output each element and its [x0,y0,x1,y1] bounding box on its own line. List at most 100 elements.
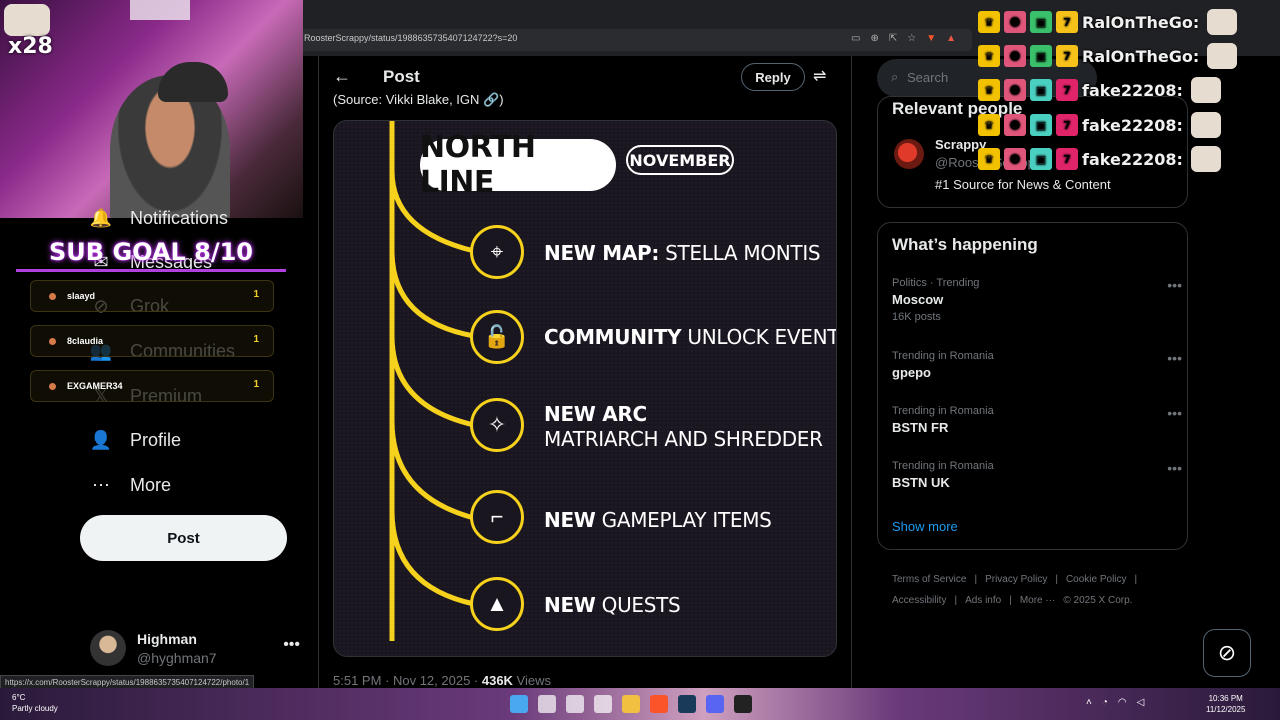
windows-start-icon[interactable] [510,695,528,713]
show-more-link[interactable]: Show more [892,519,958,534]
trend-item[interactable]: Politics · Trending Moscow 16K posts ••• [892,277,1186,327]
chat-user: RalOnTheGo: [1082,12,1200,32]
gift-badge-icon: ▣ [1030,79,1052,101]
weather-desc: Partly cloudy [12,704,58,713]
address-bar[interactable]: RoosterScrappy/status/198863573540712472… [296,29,972,51]
brave-icon[interactable] [650,695,668,713]
webcam-shelf [130,0,190,20]
wifi-icon[interactable]: ◠ [1118,697,1127,708]
trend-category: Politics · Trending [892,277,980,289]
cat-emote [1207,43,1238,69]
trend-item[interactable]: Trending in Romania BSTN UK ••• [892,460,1186,510]
account-switcher[interactable]: Highman @hyghman7 ••• [90,628,304,668]
share-icon[interactable]: ⇱ [889,33,897,44]
gift-count: x28 [8,34,53,59]
sub-goal-banner: SUB GOAL 8/10 [16,238,286,272]
footer-sep: | [1134,574,1138,585]
footer-copyright: © 2025 X Corp. [1063,595,1133,606]
post-image[interactable]: NORTH LINE NOVEMBER ⌖ NEW MAP: STELLA MO… [333,120,837,657]
sub-count: 1 [253,289,259,300]
chat-user: fake22208: [1082,115,1183,135]
more-dots-icon[interactable]: ••• [283,636,300,654]
terminal-icon[interactable] [734,695,752,713]
more-dots-icon[interactable]: ••• [1167,405,1182,421]
roadmap-item-light: UNLOCK EVENT [687,325,837,349]
account-handle: @hyghman7 [137,650,217,666]
grok-icon: ⊘ [1217,640,1237,665]
back-arrow-icon[interactable]: ← [333,66,351,87]
steam-icon[interactable] [678,695,696,713]
trend-name: BSTN UK [892,475,950,490]
trend-item[interactable]: Trending in Romania gpepo ••• [892,350,1186,400]
more-dots-icon[interactable]: ••• [1167,277,1182,293]
chevron-up-icon[interactable]: ˄ [1086,697,1092,708]
folder-icon[interactable] [622,695,640,713]
more-dots-icon[interactable]: ••• [1167,350,1182,366]
sub-row: slaayd 1 [30,280,274,312]
more-dots-icon[interactable]: ••• [1167,460,1182,476]
speaker-icon[interactable]: ◁ [1137,697,1145,708]
search-icon: ⌕ [891,69,899,84]
trend-item[interactable]: Trending in Romania BSTN FR ••• [892,405,1186,455]
footer-link[interactable]: More ··· [1020,595,1056,606]
weather-widget[interactable]: 6°C Partly cloudy [12,692,58,714]
brave-shield-icon[interactable]: ▼ [926,33,936,44]
post-source-text: (Source: Vikki Blake, IGN 🔗) [333,92,504,107]
system-clock[interactable]: 10:36 PM 11/12/2025 [1206,693,1245,715]
url-text: RoosterScrappy/status/198863573540712472… [304,33,518,43]
chat-user: fake22208: [1082,80,1183,100]
footer-link[interactable]: Accessibility [892,595,946,606]
footer-link[interactable]: Ads info [965,595,1001,606]
brave-rewards-icon[interactable]: ▲ [946,33,956,44]
trend-posts: 16K posts [892,311,941,323]
footer-sep: | [1009,595,1012,606]
roadmap-item-bold: NEW ARC [544,402,647,426]
network-icon[interactable]: ◔ [1102,697,1108,708]
footer-link[interactable]: Terms of Service [892,574,966,585]
footer-sep: | [974,574,978,585]
arc-icon: ✧ [470,398,524,452]
reply-button[interactable]: Reply [741,63,805,91]
post-button[interactable]: Post [80,515,287,561]
discord-icon[interactable] [706,695,724,713]
map-pin-icon: ⌖ [470,225,524,279]
unlock-icon: 🔓 [470,310,524,364]
roadmap-item-bold: NEW [544,508,596,532]
character-badge-icon: ☻ [1004,79,1026,101]
sub-name: slaayd [67,291,96,301]
views-label: Views [512,673,551,688]
cat-emote [4,4,50,36]
taskbar: 6°C Partly cloudy ˄ ◔ ◠ ◁ 10:36 PM 11/12… [0,688,1280,720]
crown-badge-icon: ♛ [978,114,1000,136]
app-icon[interactable] [566,695,584,713]
character-badge-icon: ☻ [1004,45,1026,67]
avatar[interactable] [894,139,924,169]
views-count: 436K [481,673,513,688]
grok-floating-button[interactable]: ⊘ [1203,629,1251,677]
chat-message: ♛ ☻ ▣ 7 fake22208: [978,145,1221,173]
roadmap-item: NEW GAMEPLAY ITEMS [544,508,772,532]
cat-emote [1190,146,1221,172]
roadmap-item: NEW MAP: STELLA MONTIS [544,241,821,265]
footer-links: Terms of Service | Privacy Policy | Cookie P… [892,569,1182,611]
number-badge-icon: 7 [1056,45,1078,67]
footer-link[interactable]: Cookie Policy [1066,574,1127,585]
zoom-icon[interactable]: ⊕ [870,33,878,44]
screen-icon[interactable]: ▭ [851,33,860,44]
nav-label: Profile [130,429,182,450]
address-bar-icons: ▭ ⊕ ⇱ ☆ ▼ ▲ [851,33,956,44]
crown-badge-icon: ♛ [978,148,1000,170]
sub-count: 1 [253,334,259,345]
nav-more[interactable]: ⋯ More [90,474,171,496]
star-icon[interactable]: ☆ [907,33,916,44]
footer-link[interactable]: Privacy Policy [985,574,1047,585]
app-icon[interactable] [594,695,612,713]
sliders-icon[interactable]: ⇌ [813,66,826,86]
trend-category: Trending in Romania [892,350,994,362]
roadmap-item-bold: COMMUNITY [544,325,682,349]
nav-profile[interactable]: 👤 Profile [90,429,181,451]
nav-notifications[interactable]: 🔔 Notifications [90,207,228,229]
roadmap-item-light: MATRIARCH AND SHREDDER [544,427,823,451]
chat-message: ♛ ☻ ▣ 7 RalOnTheGo: [978,42,1238,70]
search-taskbar-icon[interactable] [538,695,556,713]
